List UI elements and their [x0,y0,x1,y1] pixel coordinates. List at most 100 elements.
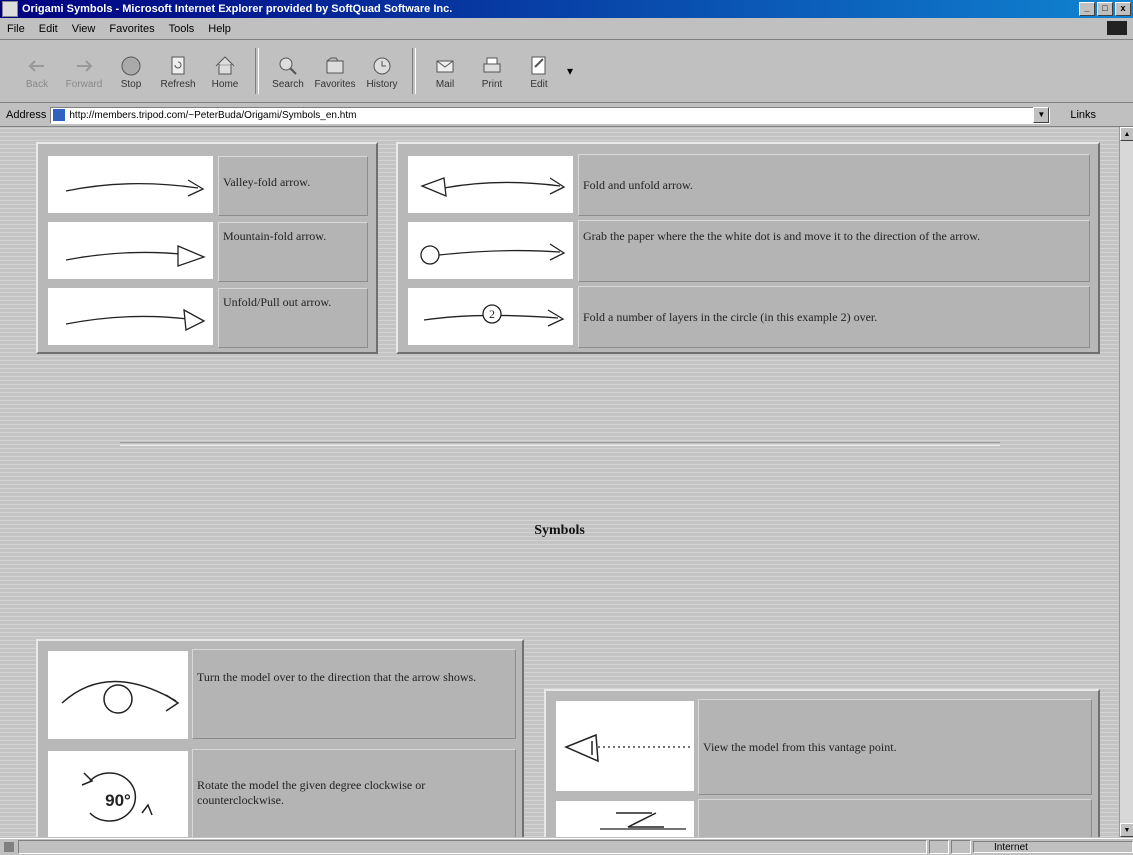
refresh-label: Refresh [160,78,196,90]
grab-paper-arrow-cell [408,222,573,279]
status-bar: Internet [0,838,1133,855]
refresh-icon [171,56,185,74]
page-heading: Symbols [534,523,585,538]
links-button[interactable]: Links [1070,109,1096,121]
status-pane [929,840,949,854]
page-icon [53,109,66,121]
valley-fold-arrow-cell [48,156,213,213]
vertical-scrollbar[interactable]: ▲ ▼ [1119,127,1133,837]
arrows-table-right: Fold and unfold arrow. Grab the paper wh… [396,142,1100,354]
grab-paper-arrow-icon [420,243,566,265]
minimize-button[interactable]: _ [1079,2,1095,16]
status-pane [951,840,971,854]
arrows-table-left: Valley-fold arrow. Mountain-fold arrow. … [36,142,378,354]
valley-fold-arrow-text: Valley-fold arrow. [218,156,368,216]
internet-zone-label: Internet [994,841,1028,853]
address-bar: Address http://members.tripod.com/~Peter… [0,104,1133,127]
menu-file[interactable]: File [0,23,32,35]
edit-button[interactable]: Edit [516,53,562,90]
forward-button[interactable]: Forward [61,53,107,90]
toolbar: Back Forward Stop Refresh Home Search Fa… [0,40,1133,103]
turn-over-text: Turn the model over to the direction tha… [192,649,516,739]
unfold-pull-out-arrow-cell [48,288,213,345]
scroll-down-icon[interactable]: ▼ [1120,823,1133,837]
toolbar-separator [255,48,259,94]
back-button[interactable]: Back [14,53,60,90]
edit-icon [531,56,546,74]
mail-label: Mail [435,78,455,90]
rotate-cell: 90° [48,751,188,837]
address-dropdown-icon[interactable]: ▼ [1033,107,1050,123]
window-title: Origami Symbols - Microsoft Internet Exp… [22,3,453,15]
menu-help[interactable]: Help [201,23,238,35]
menu-favorites[interactable]: Favorites [102,23,161,35]
symbols-table-right: View the model from this vantage point. … [544,689,1100,837]
back-arrow-icon [28,59,44,72]
fold-and-unfold-arrow-text: Fold and unfold arrow. [578,154,1090,216]
search-icon [279,57,297,75]
turn-over-icon [61,680,180,714]
print-button[interactable]: Print [469,53,515,90]
page-content: Valley-fold arrow. Mountain-fold arrow. … [0,127,1119,837]
history-icon [373,57,391,74]
forward-label: Forward [65,78,103,90]
address-label: Address [6,109,47,121]
refresh-button[interactable]: Refresh [155,53,201,90]
home-icon [215,55,235,74]
search-label: Search [272,78,304,90]
search-button[interactable]: Search [265,53,311,90]
windows-logo-icon [1107,21,1127,35]
symbols-table-left: Turn the model over to the direction tha… [36,639,524,837]
zigzag-text: Zigzags give you information on how the … [698,799,1092,837]
stop-icon [121,56,141,75]
fold-layers-arrow-icon: 2 [423,304,565,327]
menu-view[interactable]: View [65,23,103,35]
maximize-button[interactable]: □ [1097,2,1113,16]
fold-layers-arrow-text: Fold a number of layers in the circle (i… [578,286,1090,348]
fold-and-unfold-arrow-cell [408,156,573,213]
forward-arrow-icon [77,59,93,72]
rotate-text: Rotate the model the given degree clockw… [192,749,516,837]
address-input[interactable]: http://members.tripod.com/~PeterBuda/Ori… [50,106,1051,124]
mountain-fold-arrow-icon [65,245,206,267]
status-text [18,840,927,854]
address-url[interactable]: http://members.tripod.com/~PeterBuda/Ori… [69,110,1033,121]
print-icon [483,57,501,72]
title-bar: Origami Symbols - Microsoft Internet Exp… [0,0,1133,18]
print-label: Print [481,78,503,90]
back-label: Back [25,78,49,90]
menu-edit[interactable]: Edit [32,23,65,35]
security-zone: Internet [973,841,1133,853]
scroll-up-icon[interactable]: ▲ [1120,127,1133,141]
mountain-fold-arrow-cell [48,222,213,279]
zigzag-icon [600,812,686,830]
grab-paper-arrow-text: Grab the paper where the the white dot i… [578,220,1090,282]
vantage-point-cell [556,701,694,791]
home-button[interactable]: Home [202,53,248,90]
toolbar-more-icon[interactable]: ▾ [567,64,573,78]
stop-label: Stop [120,78,142,90]
page-status-icon [4,842,14,852]
history-label: History [366,78,398,90]
turn-over-cell [48,651,188,739]
stop-button[interactable]: Stop [108,53,154,90]
toolbar-separator [412,48,416,94]
horizontal-rule [120,442,1000,446]
favorites-icon [326,57,344,73]
zigzag-cell [556,801,694,837]
ie-page-icon [2,1,18,17]
close-button[interactable]: x [1115,2,1131,16]
fold-and-unfold-arrow-icon [420,177,566,198]
unfold-pull-out-arrow-icon [65,308,206,332]
mail-button[interactable]: Mail [422,53,468,90]
favorites-button[interactable]: Favorites [312,53,358,90]
home-label: Home [211,78,239,90]
fold-layers-arrow-cell: 2 [408,288,573,345]
menu-tools[interactable]: Tools [162,23,202,35]
history-button[interactable]: History [359,53,405,90]
mail-icon [436,60,454,72]
vantage-point-text: View the model from this vantage point. [698,699,1092,795]
favorites-label: Favorites [314,78,356,90]
rotate-degree-label: 90° [105,791,131,810]
unfold-pull-out-arrow-text: Unfold/Pull out arrow. [218,288,368,348]
